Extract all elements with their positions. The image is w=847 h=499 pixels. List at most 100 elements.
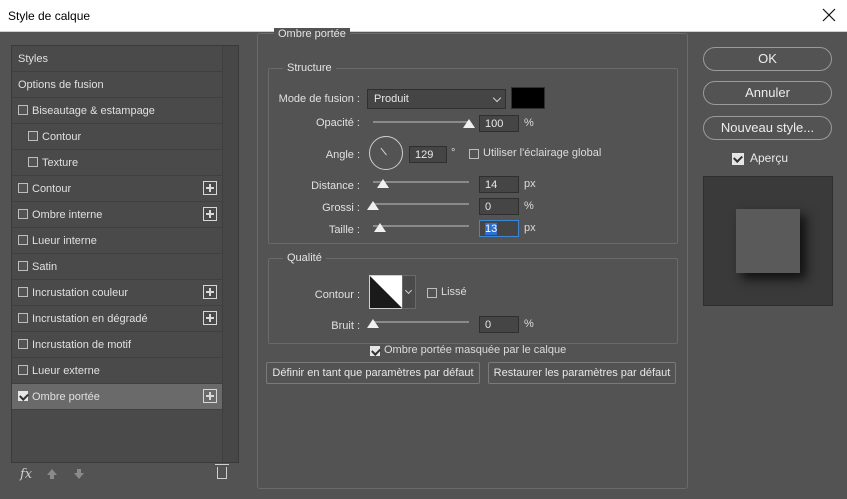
style-list-item[interactable]: Contour xyxy=(12,124,223,150)
style-list-item[interactable]: Texture xyxy=(12,150,223,176)
knockout-label: Ombre portée masquée par le calque xyxy=(384,344,567,356)
opacity-slider-thumb[interactable] xyxy=(463,119,475,128)
style-checkbox[interactable] xyxy=(18,183,28,193)
chevron-down-icon xyxy=(492,93,502,103)
reset-default-button[interactable]: Restaurer les paramètres par défaut xyxy=(488,362,676,384)
style-list-item[interactable]: Ombre interne xyxy=(12,202,223,228)
style-list-label: Texture xyxy=(42,157,79,169)
contour-dropdown[interactable] xyxy=(402,275,416,309)
add-icon[interactable] xyxy=(203,389,217,403)
add-icon[interactable] xyxy=(203,207,217,221)
opacity-input[interactable]: 100 xyxy=(479,115,519,132)
style-list-item[interactable]: Biseautage & estampage xyxy=(12,98,223,124)
angle-unit: ° xyxy=(451,147,456,159)
window-title: Style de calque xyxy=(8,9,91,23)
style-checkbox[interactable] xyxy=(18,391,28,401)
style-list-item[interactable]: Ombre portée xyxy=(12,384,223,410)
distance-unit: px xyxy=(524,178,536,190)
style-checkbox[interactable] xyxy=(28,131,38,141)
close-icon[interactable] xyxy=(821,7,837,23)
style-checkbox[interactable] xyxy=(18,365,28,375)
style-list-item[interactable]: Contour xyxy=(12,176,223,202)
style-list-item[interactable]: Lueur interne xyxy=(12,228,223,254)
noise-input[interactable]: 0 xyxy=(479,316,519,333)
style-checkbox[interactable] xyxy=(28,157,38,167)
style-list-item[interactable]: Incrustation de motif xyxy=(12,332,223,358)
style-list-item[interactable]: Satin xyxy=(12,254,223,280)
ok-button[interactable]: OK xyxy=(703,47,832,71)
preview-checkbox[interactable] xyxy=(732,153,744,165)
angle-dial[interactable] xyxy=(369,136,403,170)
style-checkbox[interactable] xyxy=(18,313,28,323)
make-default-button[interactable]: Définir en tant que paramètres par défau… xyxy=(266,362,480,384)
add-icon[interactable] xyxy=(203,285,217,299)
title-bar: Style de calque xyxy=(0,0,847,32)
style-checkbox[interactable] xyxy=(18,287,28,297)
shadow-color-swatch[interactable] xyxy=(511,87,545,109)
move-up-icon[interactable] xyxy=(47,469,57,479)
distance-label: Distance : xyxy=(311,180,360,192)
style-list-item[interactable]: Options de fusion xyxy=(12,72,223,98)
style-list-label: Incrustation couleur xyxy=(32,287,128,299)
spread-label: Grossi : xyxy=(322,202,360,214)
new-style-button[interactable]: Nouveau style... xyxy=(703,116,832,140)
style-checkbox[interactable] xyxy=(18,105,28,115)
style-list-item[interactable]: Lueur externe xyxy=(12,358,223,384)
size-unit: px xyxy=(524,222,536,234)
style-list-scrollbar[interactable] xyxy=(222,46,238,462)
panel-title: Ombre portée xyxy=(274,28,350,40)
fx-icon[interactable]: fx xyxy=(20,467,32,482)
spread-unit: % xyxy=(524,200,534,212)
size-slider-thumb[interactable] xyxy=(373,223,386,232)
structure-group: Structure Mode de fusion : Produit Opaci… xyxy=(268,62,678,244)
style-list-label: Incrustation en dégradé xyxy=(32,313,148,325)
spread-input[interactable]: 0 xyxy=(479,198,519,215)
style-list-label: Satin xyxy=(32,261,58,273)
contour-label: Contour : xyxy=(314,289,360,301)
angle-indicator xyxy=(380,147,387,156)
quality-legend: Qualité xyxy=(283,252,326,264)
style-list-label: Contour xyxy=(42,131,82,143)
trash-icon[interactable] xyxy=(215,464,229,479)
style-preview xyxy=(703,176,833,306)
size-slider-track[interactable] xyxy=(373,225,469,227)
style-list-label: Options de fusion xyxy=(18,79,104,91)
contour-preview[interactable] xyxy=(369,275,403,309)
style-checkbox[interactable] xyxy=(18,261,28,271)
opacity-slider-track[interactable] xyxy=(373,121,469,123)
style-checkbox[interactable] xyxy=(18,339,28,349)
spread-slider-track[interactable] xyxy=(373,203,469,205)
add-icon[interactable] xyxy=(203,181,217,195)
antialias-checkbox[interactable] xyxy=(427,288,437,298)
style-list-item[interactable]: Incrustation en dégradé xyxy=(12,306,223,332)
cancel-button[interactable]: Annuler xyxy=(703,81,832,105)
distance-input[interactable]: 14 xyxy=(479,176,519,193)
blend-mode-select[interactable]: Produit xyxy=(367,89,506,109)
noise-unit: % xyxy=(524,318,534,330)
add-icon[interactable] xyxy=(203,311,217,325)
style-list-item[interactable]: Styles xyxy=(12,46,223,72)
style-checkbox[interactable] xyxy=(18,209,28,219)
global-light-label: Utiliser l'éclairage global xyxy=(483,147,602,159)
size-label: Taille : xyxy=(328,224,360,236)
style-list-label: Styles xyxy=(18,53,48,65)
angle-input[interactable]: 129 xyxy=(409,146,447,163)
style-list-item[interactable]: Incrustation couleur xyxy=(12,280,223,306)
style-list-label: Lueur externe xyxy=(32,365,100,377)
noise-slider-thumb[interactable] xyxy=(367,319,379,328)
style-list: Styles Options de fusion Biseautage & esta… xyxy=(11,45,239,463)
move-down-icon[interactable] xyxy=(74,469,84,479)
style-list-label: Lueur interne xyxy=(32,235,97,247)
noise-slider-track[interactable] xyxy=(373,321,469,323)
noise-label: Bruit : xyxy=(331,320,360,332)
knockout-checkbox[interactable] xyxy=(370,346,380,356)
global-light-checkbox[interactable] xyxy=(469,149,479,159)
size-input[interactable]: 13 xyxy=(479,220,519,237)
spread-slider-thumb[interactable] xyxy=(367,201,379,210)
chevron-down-icon xyxy=(404,286,413,295)
quality-group: Qualité Contour : Lissé Bruit : 0 % xyxy=(268,252,678,344)
preview-label: Aperçu xyxy=(750,151,789,165)
distance-slider-thumb[interactable] xyxy=(376,179,389,188)
style-checkbox[interactable] xyxy=(18,235,28,245)
antialias-label: Lissé xyxy=(441,286,467,298)
